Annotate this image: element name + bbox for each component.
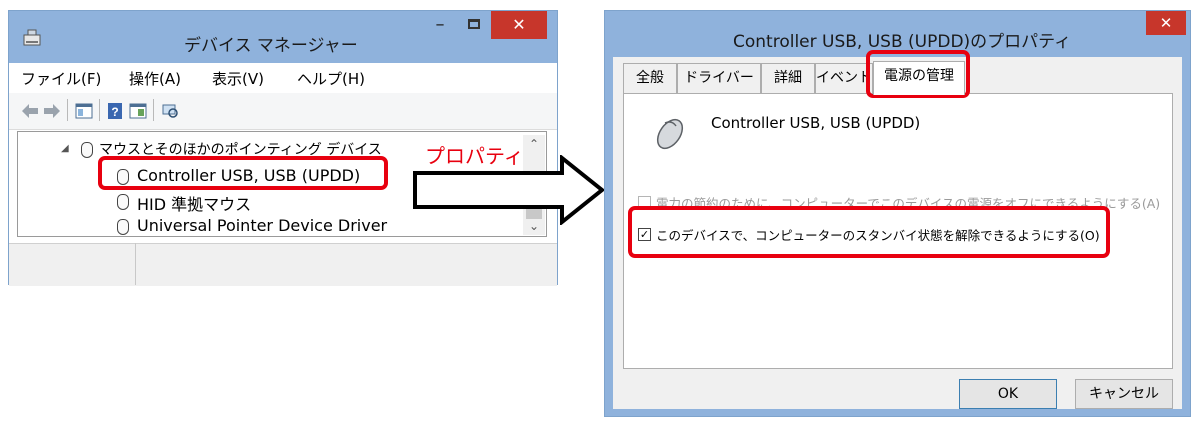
- scan-hardware-icon[interactable]: [161, 103, 179, 119]
- toolbar-separator: [67, 99, 68, 121]
- ok-button[interactable]: OK: [959, 379, 1057, 409]
- cancel-button[interactable]: キャンセル: [1075, 379, 1173, 409]
- minimize-button[interactable]: –: [423, 11, 457, 39]
- highlight-box-device: [98, 156, 388, 190]
- menu-file[interactable]: ファイル(F): [21, 68, 101, 89]
- dialog-title: Controller USB, USB (UPDD)のプロパティ: [733, 32, 1072, 52]
- svg-text:?: ?: [111, 105, 118, 119]
- show-hide-tree-icon[interactable]: [75, 103, 93, 119]
- menu-help[interactable]: ヘルプ(H): [297, 68, 365, 89]
- tree-item-hid-mouse[interactable]: HID 準拠マウス: [137, 191, 251, 215]
- tab-general[interactable]: 全般: [623, 63, 677, 93]
- menu-view[interactable]: 表示(V): [212, 68, 264, 89]
- toolbar-separator: [153, 99, 154, 121]
- maximize-button[interactable]: [457, 11, 491, 39]
- close-button[interactable]: ✕: [491, 11, 547, 39]
- dialog-close-button[interactable]: ✕: [1146, 11, 1186, 35]
- tab-events[interactable]: イベント: [815, 63, 873, 93]
- status-bar-divider: [135, 243, 136, 285]
- tab-driver[interactable]: ドライバー: [677, 63, 761, 93]
- maximize-icon: [468, 19, 480, 29]
- help-icon[interactable]: ?: [107, 103, 125, 119]
- back-arrow-icon[interactable]: [21, 103, 39, 119]
- highlight-box-option: [628, 206, 1110, 258]
- toolbar-separator: [99, 99, 100, 121]
- window-title: デバイス マネージャー: [184, 36, 358, 56]
- device-manager-app-icon[interactable]: [21, 27, 43, 49]
- properties-icon[interactable]: [129, 103, 147, 119]
- device-name: Controller USB, USB (UPDD): [711, 114, 921, 132]
- expand-arrow-icon[interactable]: ◢: [61, 143, 69, 154]
- mouse-device-icon: [648, 114, 690, 156]
- mouse-device-icon: [117, 194, 129, 210]
- right-arrow-icon: [412, 153, 607, 227]
- tab-power-management[interactable]: 電源の管理: [873, 61, 965, 95]
- scroll-up-icon[interactable]: ⌃: [529, 137, 539, 151]
- mouse-device-icon: [117, 219, 129, 235]
- menu-action[interactable]: 操作(A): [129, 68, 181, 89]
- mouse-category-icon: [81, 142, 93, 158]
- forward-arrow-icon[interactable]: [43, 103, 61, 119]
- tab-details[interactable]: 詳細: [761, 63, 815, 93]
- status-bar: [9, 243, 557, 286]
- tree-item-universal-pointer[interactable]: Universal Pointer Device Driver: [137, 216, 387, 235]
